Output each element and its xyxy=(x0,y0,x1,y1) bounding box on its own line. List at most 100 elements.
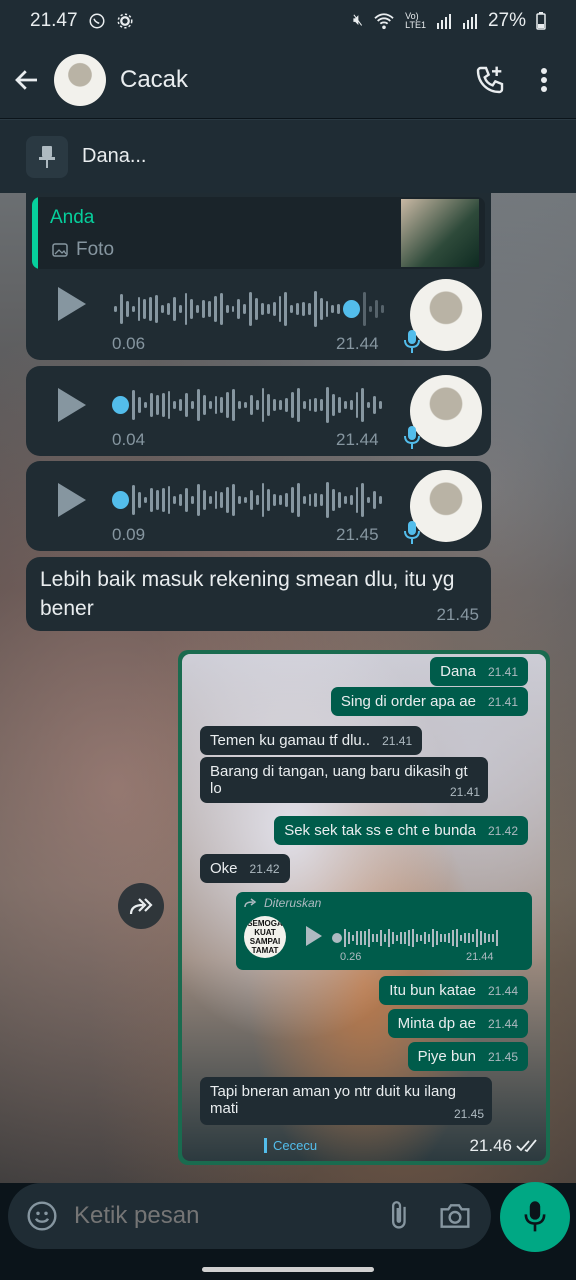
contact-name[interactable]: Cacak xyxy=(120,66,474,94)
screenshot-time: 21.46 xyxy=(469,1136,512,1155)
screenshot-message-text: Sing di order apa ae xyxy=(340,693,476,710)
voice-duration: 0.09 xyxy=(112,525,146,544)
screenshot-message-text: Temen ku gamau tf dlu.. xyxy=(210,732,371,749)
voice-time: 21.45 xyxy=(336,525,379,544)
playback-position-dot[interactable] xyxy=(112,491,130,509)
emoji-icon[interactable] xyxy=(26,1200,58,1232)
reply-type: Foto xyxy=(76,239,115,260)
waveform[interactable] xyxy=(112,385,382,425)
screenshot-incoming-message: Temen ku gamau tf dlu.. 21.41 xyxy=(200,726,423,755)
screenshot-message-text: Dana xyxy=(440,663,476,680)
screenshot-message-time: 21.42 xyxy=(249,862,280,876)
forwarded-waveform xyxy=(332,928,508,948)
battery-icon xyxy=(536,12,546,30)
screenshot-footer: Cececu xyxy=(264,1138,317,1153)
playback-position-dot[interactable] xyxy=(112,396,130,414)
reply-thumbnail xyxy=(401,199,479,267)
voice-sender-avatar xyxy=(404,470,482,544)
screenshot-message-text: Minta dp ae xyxy=(397,1015,476,1032)
voice-duration: 0.04 xyxy=(112,430,146,449)
screenshot-message-text: Itu bun katae xyxy=(389,982,476,999)
voice-record-button[interactable] xyxy=(500,1182,570,1252)
forward-button[interactable] xyxy=(118,883,164,929)
screenshot-outgoing-message: Itu bun katae 21.44 xyxy=(379,976,528,1005)
play-icon[interactable] xyxy=(58,287,86,321)
message-time: 21.45 xyxy=(436,605,479,624)
more-options-icon[interactable] xyxy=(540,67,548,93)
screenshot-outgoing-message: Sing di order apa ae 21.41 xyxy=(330,687,528,716)
screenshot-incoming-message: Barang di tangan, uang baru dikasih gt l… xyxy=(200,757,488,803)
screenshot-message-time: 21.45 xyxy=(487,1050,518,1064)
sticker-avatar: SEMOGA KUAT SAMPAI TAMAT xyxy=(244,916,286,958)
microphone-icon xyxy=(524,1201,546,1232)
voice-sender-avatar xyxy=(404,375,482,449)
pin-icon-box xyxy=(26,135,68,178)
mic-icon xyxy=(404,426,420,449)
contact-avatar[interactable] xyxy=(54,54,106,106)
screenshot-message-time: 21.41 xyxy=(382,734,413,748)
voice-note-bubble[interactable]: 0.09 21.45 xyxy=(26,461,491,551)
mute-icon: 🔇︎ xyxy=(353,12,364,29)
screenshot-message-time: 21.41 xyxy=(449,785,480,799)
text-message-bubble[interactable]: Lebih baik masuk rekening smean dlu, itu… xyxy=(26,557,491,631)
system-nav-bar xyxy=(0,1252,576,1280)
voice-note-bubble[interactable]: 0.04 21.44 xyxy=(26,366,491,456)
message-text: Lebih baik masuk rekening smean dlu, itu… xyxy=(40,568,455,620)
screenshot-image-bubble[interactable]: Diteruskan SEMOGA KUAT SAMPAI TAMAT 0.26… xyxy=(178,650,550,1165)
screenshot-message-time: 21.42 xyxy=(487,824,518,838)
status-bar: 21.47 🔇︎ Vo) LTE1 27% xyxy=(0,0,576,42)
add-call-icon[interactable] xyxy=(474,64,506,96)
pinned-message-bar[interactable]: Dana... xyxy=(0,119,576,193)
voice-time: 21.44 xyxy=(336,430,379,449)
chat-header: Cacak xyxy=(0,42,576,118)
screenshot-message-text: Barang di tangan, uang baru dikasih gt l… xyxy=(210,763,468,797)
message-input[interactable] xyxy=(72,1201,387,1231)
screenshot-image[interactable]: Diteruskan SEMOGA KUAT SAMPAI TAMAT 0.26… xyxy=(182,654,546,1161)
screenshot-outgoing-message: Dana 21.41 xyxy=(430,657,528,686)
playback-position-dot[interactable] xyxy=(332,933,342,943)
screenshot-message-text: Tapi bneran aman yo ntr duit ku ilang ma… xyxy=(210,1083,456,1117)
screenshot-message-time: 21.44 xyxy=(487,984,518,998)
forwarded-audio-bubble: Diteruskan SEMOGA KUAT SAMPAI TAMAT 0.26… xyxy=(236,892,532,970)
home-gesture-handle[interactable] xyxy=(202,1267,374,1272)
screenshot-message-text: Piye bun xyxy=(417,1048,476,1065)
screenshot-message-time: 21.41 xyxy=(487,665,518,679)
screenshot-outgoing-message: Piye bun 21.45 xyxy=(407,1042,528,1071)
waveform[interactable] xyxy=(114,289,384,329)
voice-sender-avatar xyxy=(404,279,482,353)
play-icon[interactable] xyxy=(58,388,86,422)
volte-label: Vo) LTE1 xyxy=(405,11,426,30)
voice-duration: 0.06 xyxy=(112,334,146,353)
signal-icon-2 xyxy=(462,14,477,29)
forwarded-audio-duration: 0.26 xyxy=(340,951,362,963)
play-icon xyxy=(306,926,322,946)
photo-icon xyxy=(52,243,68,257)
screenshot-outgoing-message: Minta dp ae 21.44 xyxy=(387,1009,528,1038)
play-icon[interactable] xyxy=(58,483,86,517)
settings-icon xyxy=(117,13,133,29)
forwarded-label: Diteruskan xyxy=(264,896,322,910)
screenshot-message-time: 21.45 xyxy=(453,1107,484,1121)
voice-note-bubble[interactable]: Anda Foto 0.06 21.44 xyxy=(26,193,491,360)
waveform[interactable] xyxy=(112,480,382,520)
screenshot-message-text: Sek sek tak ss e cht e bunda xyxy=(284,822,476,839)
playback-position-dot[interactable] xyxy=(343,300,361,318)
camera-icon[interactable] xyxy=(439,1202,471,1230)
back-arrow-icon[interactable] xyxy=(12,65,42,95)
status-time: 21.47 xyxy=(30,10,78,31)
voice-time: 21.44 xyxy=(336,334,379,353)
read-receipt-icon xyxy=(516,1139,537,1153)
screenshot-message-text: Oke xyxy=(210,860,238,877)
signal-icon xyxy=(436,14,451,29)
forward-icon xyxy=(129,898,153,915)
wifi-icon xyxy=(374,13,394,30)
forwarded-icon xyxy=(244,898,257,908)
sticker-text: SEMOGA KUAT SAMPAI TAMAT xyxy=(247,919,283,955)
forwarded-audio-time: 21.44 xyxy=(466,951,494,963)
message-composer[interactable] xyxy=(8,1183,491,1249)
reply-quote[interactable]: Anda Foto xyxy=(32,197,485,269)
attach-icon[interactable] xyxy=(387,1200,413,1232)
screenshot-message-time: 21.44 xyxy=(487,1017,518,1031)
screenshot-message-time: 21.41 xyxy=(487,695,518,709)
reply-author: Anda xyxy=(50,207,95,228)
